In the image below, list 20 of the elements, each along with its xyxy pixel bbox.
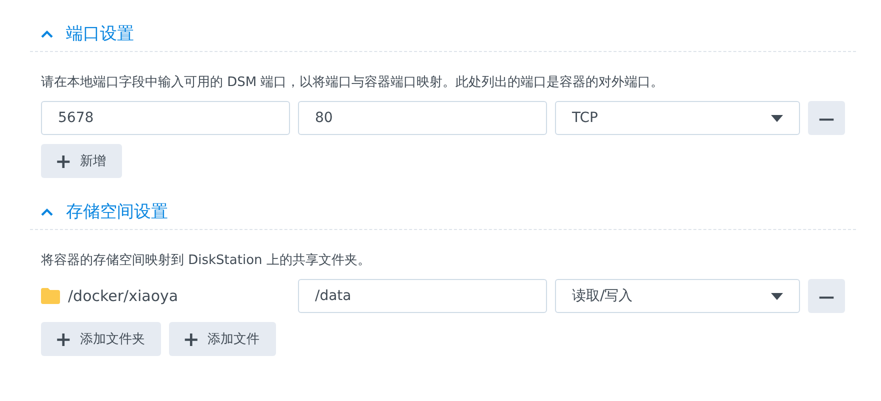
dropdown[interactable]: 读取/写入: [555, 279, 800, 313]
chevron-up-icon[interactable]: [40, 206, 54, 216]
add-button[interactable]: + 添加文件: [168, 322, 276, 356]
section-title[interactable]: 存储空间设置: [66, 200, 168, 223]
chevron-up-icon[interactable]: [40, 28, 54, 38]
remove-button[interactable]: —: [808, 279, 845, 313]
text-field[interactable]: 80: [298, 101, 547, 135]
dropdown[interactable]: TCP: [555, 101, 800, 135]
folder-icon: [41, 288, 60, 304]
text-field[interactable]: /data: [298, 279, 547, 313]
remove-button[interactable]: —: [808, 101, 845, 135]
folder-path: /docker/xiaoya: [68, 287, 178, 305]
description: 将容器的存储空间映射到 DiskStation 上的共享文件夹。: [41, 252, 372, 269]
caret-icon: [771, 292, 783, 300]
add-button[interactable]: + 新增: [41, 144, 122, 178]
add-button[interactable]: + 添加文件夹: [41, 322, 161, 356]
text-field[interactable]: 5678: [41, 101, 290, 135]
description: 请在本地端口字段中输入可用的 DSM 端口，以将端口与容器端口映射。此处列出的端口是容器的对外端口。: [41, 74, 665, 91]
caret-icon: [771, 114, 783, 122]
section-title[interactable]: 端口设置: [66, 22, 134, 45]
